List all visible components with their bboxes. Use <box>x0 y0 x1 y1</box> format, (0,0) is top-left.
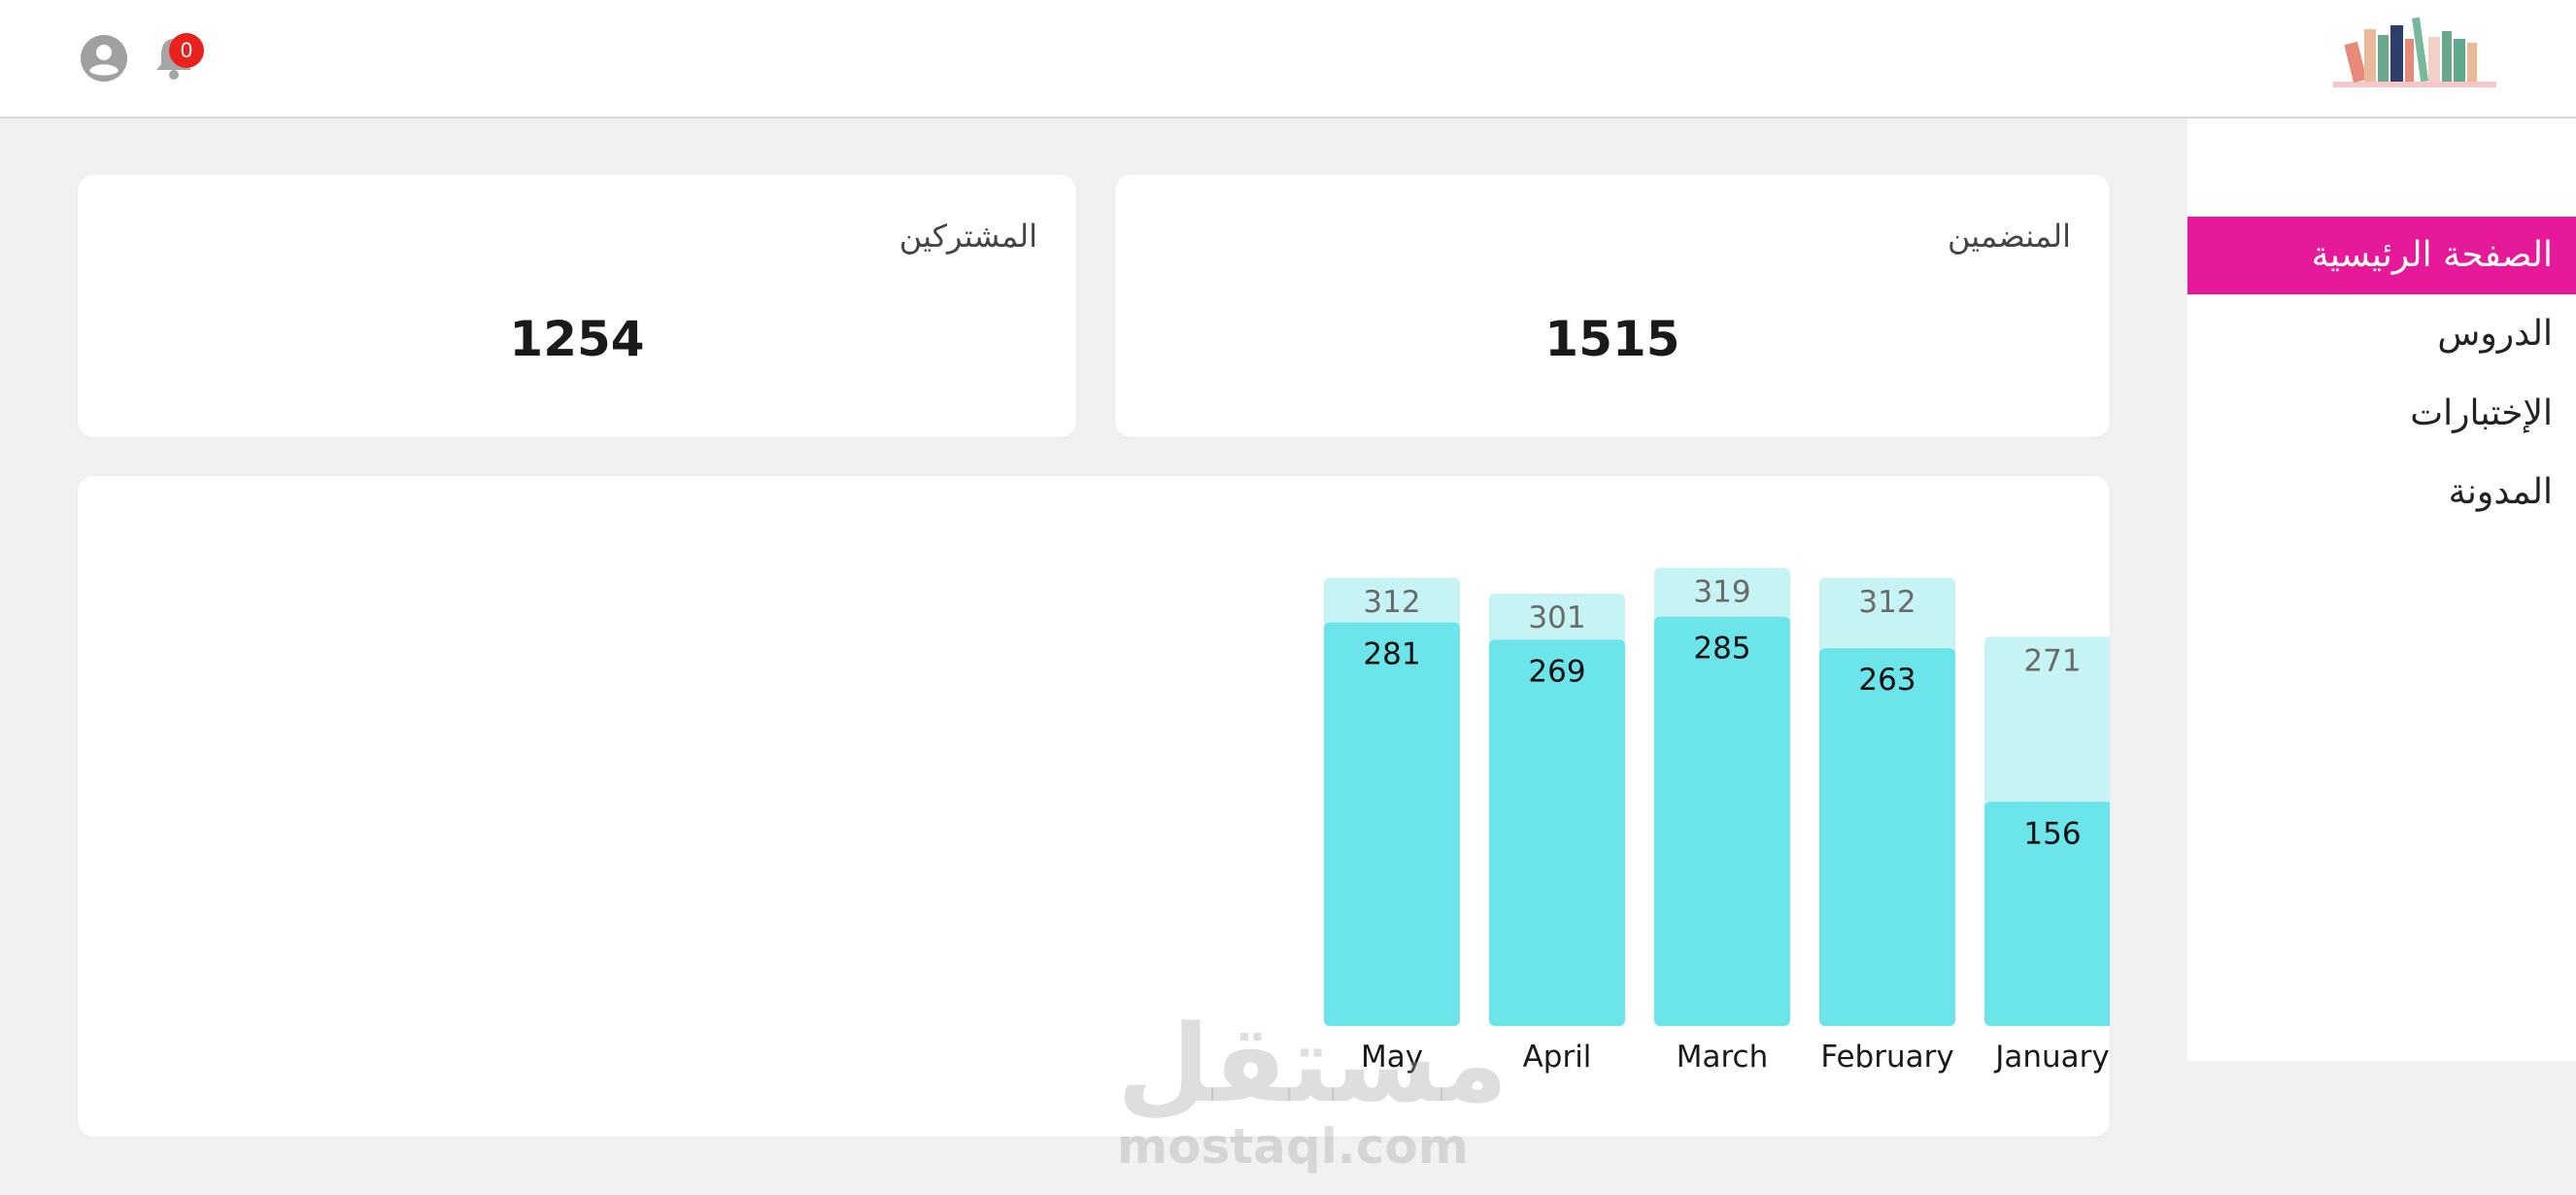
bar-value <box>1324 622 1460 1026</box>
data-label-total: 312 <box>1858 585 1915 620</box>
notification-badge: 0 <box>169 33 204 68</box>
user-account-icon[interactable] <box>80 34 128 83</box>
bar-value <box>1489 639 1625 1026</box>
bar-chart: 271 156 January 312 263 February 319 285 March 30… <box>1324 567 2110 1075</box>
stat-card-joined: المنضمين 1515 <box>1115 175 2110 437</box>
data-label-total: 271 <box>2023 643 2081 678</box>
chart-card: 271 156 January 312 263 February 319 285 March 30… <box>78 476 2110 1137</box>
x-tick-label: March <box>1677 1040 1769 1075</box>
data-label-total: 319 <box>1693 574 1750 609</box>
watermark: مستقل mostaql.com <box>1117 1002 1508 1176</box>
x-tick-label: April <box>1523 1040 1592 1075</box>
stat-value: 1254 <box>509 311 645 367</box>
top-bar: 0 <box>0 0 2576 119</box>
bar-value <box>1654 616 1790 1026</box>
data-label-value: 269 <box>1528 654 1585 689</box>
stat-title: المنضمين <box>1947 218 2071 255</box>
sidebar-item-blog[interactable]: المدونة <box>2187 454 2576 531</box>
stat-title: المشتركين <box>898 218 1037 255</box>
sidebar: الصفحة الرئيسية الدروس الإختبارات المدون… <box>2187 119 2576 1061</box>
data-label-value: 285 <box>1693 632 1750 666</box>
data-label-value: 281 <box>1363 637 1420 672</box>
x-tick-label: February <box>1820 1040 1953 1075</box>
books-logo <box>2333 17 2496 87</box>
sidebar-item-home[interactable]: الصفحة الرئيسية <box>2187 217 2576 294</box>
stat-value: 1515 <box>1544 311 1680 367</box>
stat-card-subscribers: المشتركين 1254 <box>78 175 1076 437</box>
data-label-value: 156 <box>2023 816 2081 851</box>
data-label-total: 301 <box>1528 600 1585 635</box>
data-label-value: 263 <box>1858 663 1915 698</box>
sidebar-item-lessons[interactable]: الدروس <box>2187 295 2576 373</box>
x-tick-label: January <box>1993 1040 2110 1075</box>
bar-value <box>1819 648 1955 1026</box>
watermark-latin: mostaql.com <box>1117 1118 1469 1175</box>
data-label-total: 312 <box>1363 585 1420 620</box>
watermark-arabic: مستقل <box>1117 1002 1508 1126</box>
sidebar-item-exams[interactable]: الإختبارات <box>2187 375 2576 453</box>
